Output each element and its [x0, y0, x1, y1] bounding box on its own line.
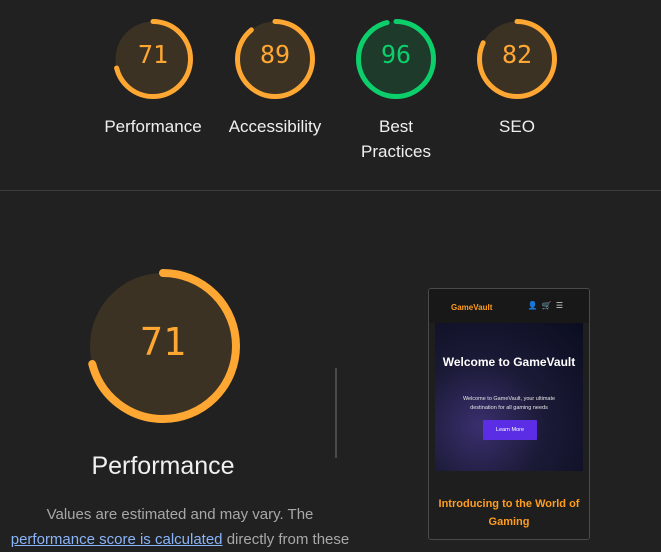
gauge-accessibility[interactable]: 89 Accessibility — [220, 18, 330, 139]
gauge-best-practices[interactable]: 96 Best Practices — [341, 18, 451, 164]
gauge-performance[interactable]: 71 Performance — [98, 18, 208, 139]
learn-more-button: Learn More — [483, 420, 537, 440]
gauge-label: Performance — [104, 117, 202, 136]
nav-icons: 👤🛒☰ — [528, 301, 567, 310]
cart-icon: 🛒 — [541, 301, 556, 310]
gauge-seo[interactable]: 82 SEO — [462, 18, 572, 139]
gauge-label: Best Practices — [361, 117, 431, 161]
performance-gauge: 71 — [85, 268, 241, 424]
gauge-score: 71 — [137, 40, 169, 69]
screenshot-brand: GameVault — [451, 303, 493, 312]
vertical-divider — [335, 368, 337, 458]
performance-title: Performance — [91, 452, 235, 480]
screenshot-heading: Introducing to the World of Gaming — [438, 498, 580, 528]
section-divider — [0, 190, 661, 191]
final-screenshot[interactable]: GameVault 👤🛒☰ Welcome to GameVault Welco… — [428, 288, 590, 540]
hero-text: Welcome to GameVault, your ultimate dest… — [462, 396, 556, 411]
gauge-score: 89 — [259, 40, 291, 69]
performance-description: Values are estimated and may vary. The p… — [0, 502, 390, 552]
hero-title: Welcome to GameVault — [442, 355, 576, 369]
score-calculator-link[interactable]: performance score is calculated — [11, 531, 223, 548]
gauge-score: 82 — [501, 40, 533, 69]
gauge-score: 96 — [380, 40, 412, 69]
category-gauges: 71 Performance 89 Accessibility 96 Best … — [0, 0, 661, 190]
screenshot-navbar: GameVault 👤🛒☰ — [429, 289, 589, 323]
user-icon: 👤 — [527, 301, 542, 310]
gauge-label: Accessibility — [228, 117, 322, 136]
desc-text-pre: Values are estimated and may vary. The — [46, 506, 314, 523]
screenshot-hero: Welcome to GameVault Welcome to GameVaul… — [435, 323, 583, 471]
performance-score: 71 — [140, 320, 186, 364]
gauge-label: SEO — [499, 117, 535, 136]
menu-icon: ☰ — [555, 301, 567, 310]
desc-text-post: directly from these — [226, 531, 350, 548]
